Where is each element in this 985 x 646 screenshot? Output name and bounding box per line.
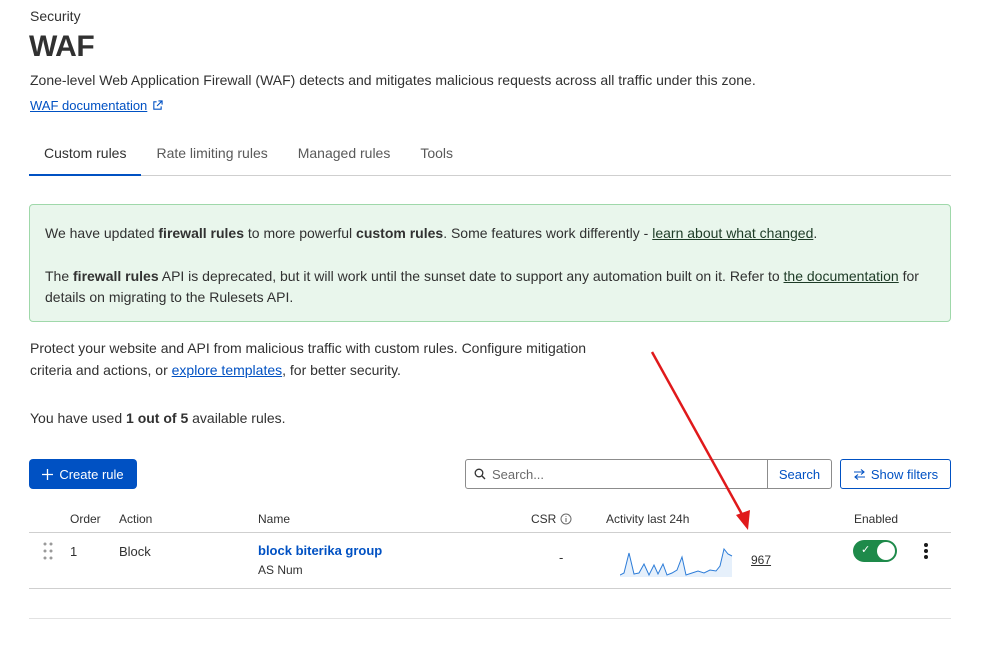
show-filters-button[interactable]: Show filters [840, 459, 951, 489]
page-title: WAF [29, 30, 95, 63]
row-order: 1 [70, 544, 78, 559]
plus-icon [42, 468, 54, 480]
rule-enabled-toggle[interactable]: ✓ [853, 540, 897, 562]
search-icon [474, 468, 486, 480]
table-footer-divider [29, 618, 951, 619]
rules-usage: You have used 1 out of 5 available rules… [30, 410, 286, 426]
search-button[interactable]: Search [767, 460, 831, 488]
column-csr[interactable]: CSR [531, 512, 572, 526]
toggle-knob [877, 542, 895, 560]
waf-documentation-link[interactable]: WAF documentation [30, 98, 163, 113]
activity-sparkline [620, 547, 733, 577]
tab-tools[interactable]: Tools [405, 138, 468, 176]
column-order[interactable]: Order [70, 512, 101, 526]
update-notice-banner: We have updated firewall rules to more p… [29, 204, 951, 322]
external-link-icon [153, 100, 163, 110]
learn-what-changed-link[interactable]: learn about what changed [652, 225, 813, 241]
usage-text: available rules. [188, 410, 286, 426]
rule-name-link[interactable]: block biterika group [258, 543, 382, 558]
column-name[interactable]: Name [258, 512, 290, 526]
notice-text: . Some features work differently - [443, 225, 653, 241]
notice-bold: custom rules [356, 225, 444, 241]
show-filters-label: Show filters [870, 466, 939, 482]
the-documentation-link[interactable]: the documentation [784, 268, 899, 284]
table-row-divider [29, 588, 951, 589]
arrows-swap-icon [853, 468, 865, 480]
column-action[interactable]: Action [119, 512, 152, 526]
usage-count: 1 out of 5 [126, 410, 189, 426]
table-header-divider [29, 532, 951, 533]
drag-handle-icon[interactable] [43, 542, 53, 560]
notice-text: We have updated [45, 225, 159, 241]
column-csr-label: CSR [531, 512, 557, 526]
row-action: Block [119, 544, 151, 559]
check-icon: ✓ [861, 544, 871, 556]
info-icon[interactable] [560, 513, 572, 525]
row-csr: - [559, 550, 564, 565]
tab-custom-rules[interactable]: Custom rules [29, 138, 142, 176]
intro-text: , for better security. [282, 362, 401, 378]
rules-tabs: Custom rules Rate limiting rules Managed… [29, 138, 951, 176]
notice-bold: firewall rules [73, 268, 159, 284]
column-enabled: Enabled [854, 512, 899, 526]
create-rule-button[interactable]: Create rule [29, 459, 137, 489]
page-description: Zone-level Web Application Firewall (WAF… [30, 72, 756, 88]
notice-text: to more powerful [243, 225, 357, 241]
custom-rules-intro: Protect your website and API from malici… [30, 337, 630, 381]
usage-text: You have used [30, 410, 127, 426]
notice-text: . [813, 225, 818, 241]
activity-count-link[interactable]: 967 [751, 553, 771, 567]
rule-expression-summary: AS Num [258, 563, 303, 577]
tab-managed-rules[interactable]: Managed rules [283, 138, 406, 176]
notice-text: API is deprecated, but it will work unti… [158, 268, 784, 284]
explore-templates-link[interactable]: explore templates [172, 362, 283, 378]
notice-bold: firewall rules [158, 225, 244, 241]
create-rule-label: Create rule [59, 466, 124, 482]
notice-paragraph-1: We have updated firewall rules to more p… [45, 223, 935, 244]
tab-rate-limiting-rules[interactable]: Rate limiting rules [141, 138, 282, 176]
notice-text: The [45, 268, 74, 284]
waf-documentation-link-label[interactable]: WAF documentation [30, 98, 147, 113]
annotation-arrow [650, 351, 750, 530]
kebab-menu-icon[interactable] [922, 542, 930, 560]
notice-paragraph-2: The firewall rules API is deprecated, bu… [45, 266, 935, 308]
breadcrumb: Security [30, 8, 81, 24]
